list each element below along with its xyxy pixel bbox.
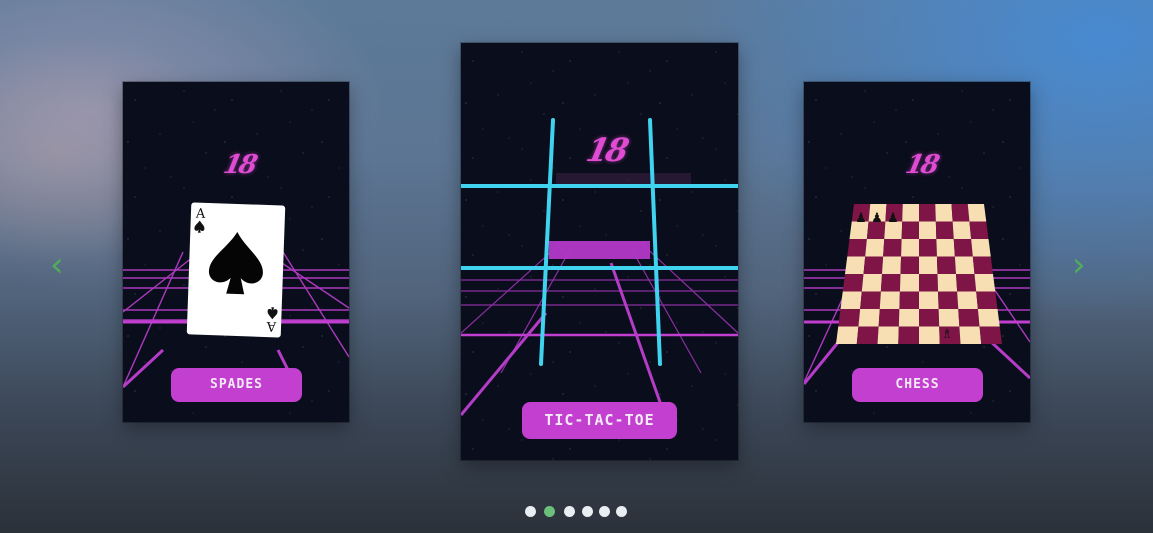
chess-square bbox=[898, 309, 919, 327]
chess-square bbox=[901, 239, 919, 257]
chess-square bbox=[878, 309, 900, 327]
chess-square bbox=[957, 291, 978, 309]
chess-square bbox=[919, 291, 939, 309]
chess-square bbox=[977, 309, 1000, 327]
pagination-dot-1[interactable] bbox=[525, 506, 536, 517]
chess-button[interactable]: CHESS bbox=[852, 368, 983, 402]
chess-square bbox=[951, 204, 970, 222]
chess-square bbox=[900, 256, 919, 274]
chess-square bbox=[879, 291, 900, 309]
chess-square bbox=[919, 221, 937, 239]
card-rank-bottom: A bbox=[266, 318, 278, 333]
chess-square bbox=[883, 239, 902, 257]
game-card-chess[interactable]: 18 ♟ ♟ ♟ ♗ CHESS bbox=[804, 82, 1030, 422]
chess-square bbox=[842, 274, 864, 292]
pagination-dot-5[interactable] bbox=[599, 506, 610, 517]
game-logo: 18 bbox=[582, 131, 630, 169]
game-card-spades[interactable]: 18 A A SPADES bbox=[123, 82, 349, 422]
ace-of-spades-card-icon: A A bbox=[186, 202, 286, 338]
game-card-tic-tac-toe[interactable]: 18 TIC-TAC-TOE bbox=[461, 43, 738, 460]
chess-square bbox=[969, 221, 989, 239]
chess-square bbox=[902, 204, 919, 222]
chess-square bbox=[898, 326, 919, 344]
chess-square bbox=[938, 309, 960, 327]
chess-square bbox=[974, 274, 996, 292]
game-logo: 18 bbox=[220, 150, 258, 180]
chess-square bbox=[936, 239, 955, 257]
pawn-icon: ♟ bbox=[887, 211, 899, 226]
chess-square bbox=[952, 221, 972, 239]
chess-square bbox=[954, 256, 975, 274]
carousel-prev-arrow[interactable]: ‹ bbox=[50, 248, 64, 282]
chess-square bbox=[863, 256, 884, 274]
pagination-dot-3[interactable] bbox=[564, 506, 575, 517]
chess-square bbox=[861, 274, 882, 292]
pagination-dot-4[interactable] bbox=[582, 506, 593, 517]
chess-square bbox=[840, 291, 862, 309]
chess-square bbox=[976, 291, 998, 309]
chess-square bbox=[979, 326, 1002, 344]
chess-square bbox=[972, 256, 993, 274]
chess-square bbox=[899, 274, 919, 292]
chess-square bbox=[937, 274, 958, 292]
chess-square bbox=[959, 326, 982, 344]
chess-square bbox=[838, 309, 861, 327]
chess-board-icon: ♟ ♟ ♟ ♗ bbox=[836, 204, 1002, 344]
chess-square bbox=[919, 274, 939, 292]
chess-square bbox=[865, 239, 885, 257]
chess-square bbox=[919, 309, 940, 327]
chess-square bbox=[919, 239, 937, 257]
chess-square bbox=[967, 204, 987, 222]
pagination-dot-6[interactable] bbox=[616, 506, 627, 517]
pawn-icon: ♟ bbox=[871, 211, 883, 226]
chess-square bbox=[956, 274, 977, 292]
carousel-next-arrow[interactable]: › bbox=[1072, 248, 1086, 282]
game-logo: 18 bbox=[902, 150, 940, 180]
chess-square bbox=[935, 204, 953, 222]
chess-square bbox=[953, 239, 973, 257]
chess-square bbox=[958, 309, 980, 327]
chess-square bbox=[860, 291, 881, 309]
chess-square bbox=[880, 274, 901, 292]
chess-square bbox=[971, 239, 991, 257]
chess-square bbox=[845, 256, 866, 274]
pawn-icon: ♟ bbox=[855, 211, 867, 226]
card-rank-top: A bbox=[195, 207, 207, 222]
chess-square bbox=[858, 309, 880, 327]
chess-square bbox=[935, 221, 954, 239]
chess-square bbox=[836, 326, 859, 344]
spades-button[interactable]: SPADES bbox=[171, 368, 302, 402]
chess-square bbox=[919, 204, 936, 222]
chess-square bbox=[919, 326, 940, 344]
chess-square bbox=[936, 256, 956, 274]
pagination-dot-2[interactable] bbox=[544, 506, 555, 517]
chess-square bbox=[882, 256, 902, 274]
chess-square bbox=[877, 326, 899, 344]
chess-square bbox=[899, 291, 919, 309]
chess-square bbox=[901, 221, 919, 239]
chess-square bbox=[919, 256, 938, 274]
tic-tac-toe-button[interactable]: TIC-TAC-TOE bbox=[522, 402, 677, 439]
bishop-icon: ♗ bbox=[941, 327, 953, 342]
chess-square bbox=[938, 291, 959, 309]
chess-square bbox=[856, 326, 879, 344]
chess-square bbox=[847, 239, 867, 257]
tic-tac-toe-grid-icon bbox=[461, 118, 738, 416]
